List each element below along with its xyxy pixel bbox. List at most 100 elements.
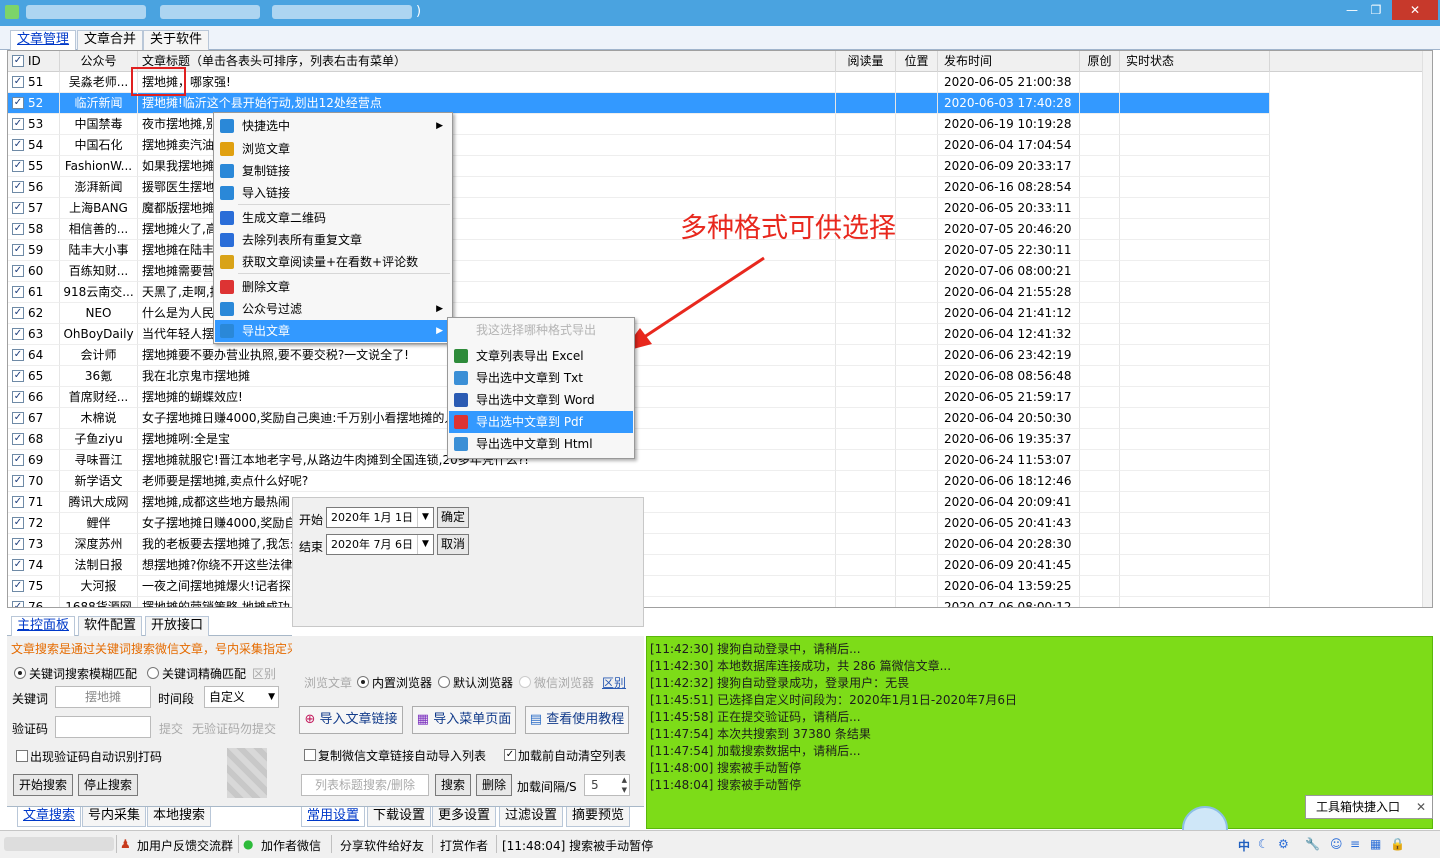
row-checkbox[interactable]: ✓ — [12, 454, 24, 466]
tab-open-api[interactable]: 开放接口 — [145, 616, 210, 636]
start-search-button[interactable]: 开始搜索 — [13, 774, 73, 796]
table-row[interactable]: ✓ 68 子鱼ziyu 摆地摊咧:全是宝 2020-06-06 19:35:37 — [8, 429, 1432, 450]
export-menu-item[interactable]: 导出选中文章到 Pdf — [449, 411, 633, 433]
list-search-button[interactable]: 搜索 — [435, 774, 471, 796]
table-row[interactable]: ✓ 64 会计师 摆地摊要不要办营业执照,要不要交税?一文说全了! 2020-06-06… — [8, 345, 1432, 366]
clear-before-checkbox[interactable]: ✓ — [504, 749, 516, 761]
export-menu-item[interactable]: 导出选中文章到 Word — [449, 389, 633, 411]
vertical-scrollbar[interactable] — [1422, 51, 1432, 607]
context-menu-item[interactable]: 快捷选中 ▶ — [215, 115, 451, 137]
row-checkbox[interactable]: ✓ — [12, 517, 24, 529]
table-row[interactable]: ✓ 71 腾讯大成网 摆地摊,成都这些地方最热闹 2020-06-04 20:09:41 — [8, 492, 1432, 513]
time-range-select[interactable]: 自定义 ▼ — [204, 686, 279, 708]
row-checkbox[interactable]: ✓ — [12, 160, 24, 172]
header-id[interactable]: ✓ ID — [8, 51, 60, 72]
row-checkbox[interactable]: ✓ — [12, 223, 24, 235]
tab-common-settings[interactable]: 常用设置 — [301, 807, 366, 827]
start-date-picker[interactable]: 2020年 1月 1日 ▼ — [326, 507, 434, 528]
end-date-picker[interactable]: 2020年 7月 6日 ▼ — [326, 534, 434, 555]
moon-icon[interactable]: ☾ — [1258, 837, 1269, 851]
context-menu-item[interactable]: 导入链接 — [215, 182, 451, 204]
exact-match-radio[interactable] — [147, 667, 159, 679]
spinner-arrows-icon[interactable]: ▲ ▼ — [622, 775, 627, 795]
tab-article-manage[interactable]: 文章管理 — [10, 30, 77, 51]
row-checkbox[interactable]: ✓ — [12, 370, 24, 382]
stop-search-button[interactable]: 停止搜索 — [78, 774, 138, 796]
header-reads[interactable]: 阅读量 — [836, 51, 896, 72]
submit-captcha-button[interactable]: 提交 — [159, 720, 183, 737]
tab-more-settings[interactable]: 更多设置 — [432, 807, 497, 827]
row-checkbox[interactable]: ✓ — [12, 475, 24, 487]
tab-filter-settings[interactable]: 过滤设置 — [499, 807, 564, 827]
table-row[interactable]: ✓ 74 法制日报 想摆地摊?你绕不开这些法律 2020-06-09 20:41:45 — [8, 555, 1432, 576]
wechat-browser-radio[interactable] — [519, 676, 531, 688]
share-link[interactable]: 分享软件给好友 — [340, 837, 424, 854]
row-checkbox[interactable]: ✓ — [12, 412, 24, 424]
row-checkbox[interactable]: ✓ — [12, 286, 24, 298]
auto-captcha-checkbox[interactable] — [16, 750, 28, 762]
confirm-button[interactable]: 确定 — [437, 507, 469, 528]
export-menu-item[interactable]: 导出选中文章到 Html — [449, 433, 633, 455]
match-diff-link[interactable]: 区别 — [252, 665, 276, 682]
row-checkbox[interactable]: ✓ — [12, 307, 24, 319]
row-checkbox[interactable]: ✓ — [12, 349, 24, 361]
wrench-icon[interactable]: 🔧 — [1305, 837, 1320, 851]
context-menu-item[interactable]: 导出文章 ▶ — [215, 320, 451, 342]
keyword-input[interactable]: 摆地摊 — [55, 686, 151, 708]
gear-icon[interactable]: ⚙ — [1278, 837, 1289, 851]
tab-download-settings[interactable]: 下载设置 — [367, 807, 432, 827]
context-menu-item[interactable]: 去除列表所有重复文章 — [215, 229, 451, 251]
context-menu-item[interactable]: 公众号过滤 ▶ — [215, 298, 451, 320]
row-checkbox[interactable]: ✓ — [12, 118, 24, 130]
cancel-button[interactable]: 取消 — [437, 534, 469, 555]
row-checkbox[interactable]: ✓ — [12, 601, 24, 607]
table-row[interactable]: ✓ 73 深度苏州 我的老板要去摆地摊了,我怎么 2020-06-04 20:28:30 — [8, 534, 1432, 555]
close-button[interactable]: ✕ — [1392, 0, 1438, 20]
table-row[interactable]: ✓ 51 吴淼老师... 摆地摊，哪家强! 2020-06-05 21:00:38 — [8, 72, 1432, 93]
row-checkbox[interactable]: ✓ — [12, 265, 24, 277]
tab-about[interactable]: 关于软件 — [143, 30, 210, 50]
row-checkbox[interactable]: ✓ — [12, 559, 24, 571]
tab-article-merge[interactable]: 文章合并 — [77, 30, 144, 50]
table-row[interactable]: ✓ 65 36氪 我在北京鬼市摆地摊 2020-06-08 08:56:48 — [8, 366, 1432, 387]
feedback-group-link[interactable]: 加用户反馈交流群 — [137, 837, 233, 854]
header-position[interactable]: 位置 — [896, 51, 938, 72]
close-icon[interactable]: ✕ — [1416, 796, 1426, 818]
header-original[interactable]: 原创 — [1080, 51, 1120, 72]
tab-summary-preview[interactable]: 摘要预览 — [566, 807, 631, 827]
row-checkbox[interactable]: ✓ — [12, 538, 24, 550]
row-checkbox[interactable]: ✓ — [12, 76, 24, 88]
interval-spinner[interactable]: 5 ▲ ▼ — [584, 774, 630, 796]
tip-author-link[interactable]: 打赏作者 — [440, 837, 488, 854]
list-search-input[interactable]: 列表标题搜索/删除 — [301, 774, 429, 796]
row-checkbox[interactable]: ✓ — [12, 391, 24, 403]
list-delete-button[interactable]: 删除 — [476, 774, 512, 796]
table-row[interactable]: ✓ 52 临沂新闻 摆地摊!临沂这个县开始行动,划出12处经营点 2020-06-03 … — [8, 93, 1432, 114]
tab-account-collect[interactable]: 号内采集 — [82, 807, 147, 827]
grid-icon[interactable]: ▦ — [1370, 837, 1381, 851]
row-checkbox[interactable]: ✓ — [12, 580, 24, 592]
header-publish-time[interactable]: 发布时间 — [938, 51, 1080, 72]
export-menu-item[interactable]: 导出选中文章到 Txt — [449, 367, 633, 389]
author-wechat-link[interactable]: 加作者微信 — [261, 837, 321, 854]
row-checkbox[interactable]: ✓ — [12, 202, 24, 214]
row-checkbox[interactable]: ✓ — [12, 181, 24, 193]
fuzzy-match-radio[interactable] — [14, 667, 26, 679]
browser-diff-link[interactable]: 区别 — [602, 674, 626, 691]
row-checkbox[interactable]: ✓ — [12, 139, 24, 151]
ime-indicator[interactable]: 中 — [1238, 837, 1250, 854]
table-row[interactable]: ✓ 70 新学语文 老师要是摆地摊,卖点什么好呢? 2020-06-06 18:12:4… — [8, 471, 1432, 492]
row-checkbox[interactable]: ✓ — [12, 244, 24, 256]
row-checkbox[interactable]: ✓ — [12, 97, 24, 109]
auto-import-checkbox[interactable] — [304, 749, 316, 761]
import-link-button[interactable]: ⊕ 导入文章链接 — [299, 706, 403, 734]
tab-local-search[interactable]: 本地搜索 — [147, 807, 212, 827]
context-menu-item[interactable]: 复制链接 — [215, 160, 451, 182]
tutorial-button[interactable]: ▤ 查看使用教程 — [525, 706, 629, 734]
tab-software-config[interactable]: 软件配置 — [78, 616, 143, 636]
menu-icon[interactable]: ≡ — [1350, 837, 1360, 851]
table-row[interactable]: ✓ 75 大河报 一夜之间摆地摊爆火!记者探 2020-06-04 13:59:25 — [8, 576, 1432, 597]
table-row[interactable]: ✓ 72 鲤伴 女子摆地摊日赚4000,奖励自 2020-06-05 20:41:43 — [8, 513, 1432, 534]
select-all-checkbox[interactable]: ✓ — [12, 55, 24, 67]
table-row[interactable]: ✓ 69 寻味晋江 摆地摊就服它!晋江本地老字号,从路边牛肉摊到全国连锁,20多年凭什… — [8, 450, 1432, 471]
